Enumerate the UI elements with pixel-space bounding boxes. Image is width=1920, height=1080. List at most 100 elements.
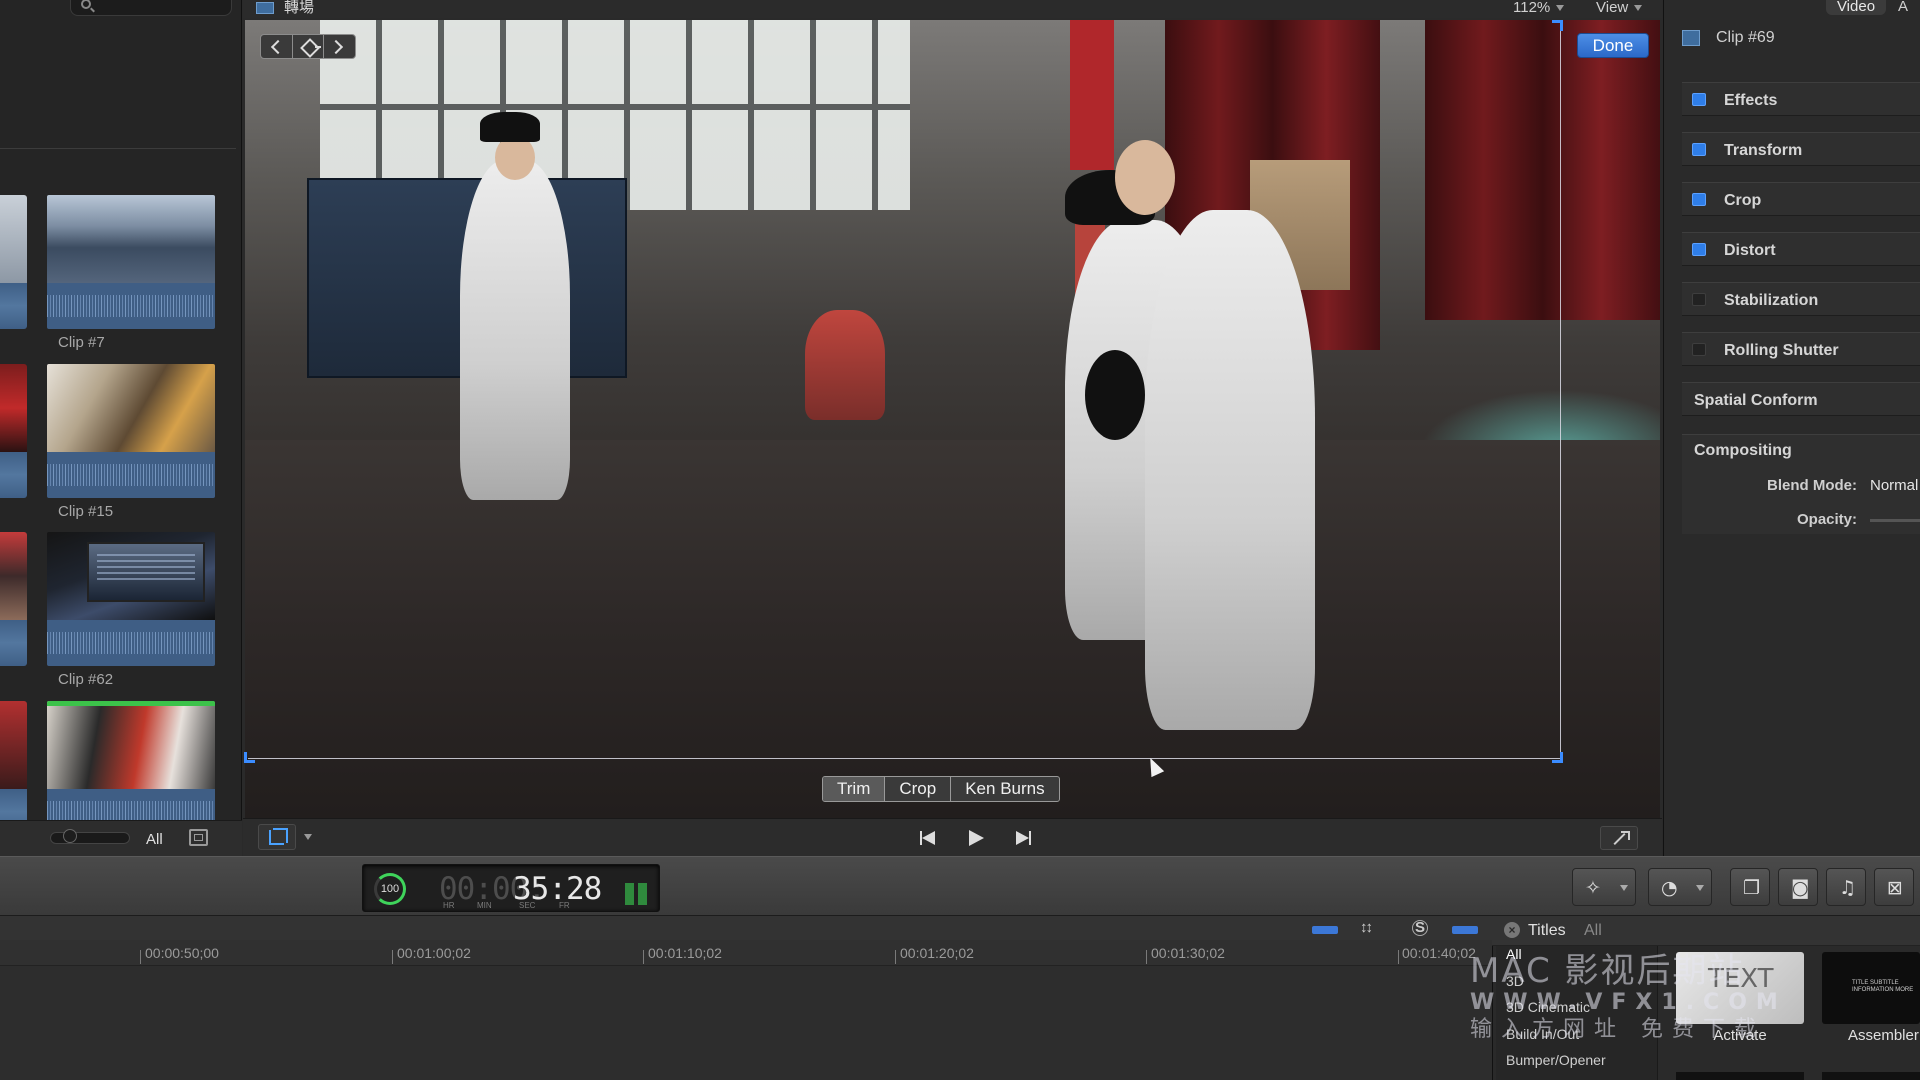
- clip-appearance-icon[interactable]: [1312, 922, 1338, 938]
- ruler-tick: [895, 950, 896, 964]
- done-button[interactable]: Done: [1577, 33, 1649, 58]
- snapping-icon[interactable]: [1452, 922, 1478, 938]
- crop-enable-checkbox[interactable]: [1692, 193, 1706, 206]
- crop-handle-bottom-left[interactable]: [244, 752, 255, 763]
- clip-filter-popup[interactable]: All: [146, 831, 163, 848]
- inspector-section-stabilization[interactable]: Stabilization: [1682, 282, 1920, 316]
- solo-icon[interactable]: [1406, 920, 1432, 938]
- inspector-section-effects[interactable]: Effects: [1682, 82, 1920, 116]
- crop-mode-button[interactable]: Crop: [885, 777, 952, 801]
- title-thumbnail[interactable]: [1822, 1072, 1920, 1080]
- retime-button[interactable]: ◔: [1648, 868, 1712, 906]
- background-task-progress[interactable]: 100: [374, 873, 406, 905]
- titles-category-item[interactable]: Build In/Out: [1506, 1026, 1579, 1042]
- enhancements-button[interactable]: ✧: [1572, 868, 1636, 906]
- music-note-icon: ♫: [1839, 877, 1857, 899]
- clip-thumbnail[interactable]: [47, 701, 215, 835]
- clip-thumbnail-partial[interactable]: [0, 532, 27, 666]
- inspector-tab-audio[interactable]: A: [1898, 0, 1908, 14]
- clip-label: Clip #15: [58, 503, 114, 520]
- opacity-slider[interactable]: [1870, 519, 1920, 522]
- video-witch-hat: [480, 112, 540, 142]
- section-label: Compositing: [1694, 442, 1792, 459]
- video-cow-spot: [1085, 350, 1145, 440]
- viewer-zoom-popup[interactable]: 112%: [1513, 0, 1565, 15]
- next-keyframe-button[interactable]: [324, 35, 355, 58]
- titles-filter[interactable]: All: [1584, 922, 1602, 940]
- filmstrip-view-icon[interactable]: [189, 829, 208, 846]
- clip-row: Clip #15: [0, 364, 236, 524]
- clip-thumbnail-partial[interactable]: [0, 195, 27, 329]
- photos-browser-button[interactable]: ◙: [1778, 868, 1818, 906]
- music-browser-button[interactable]: ♫: [1826, 868, 1866, 906]
- ruler-label: 00:01:20;02: [900, 945, 974, 961]
- inspector-section-transform[interactable]: Transform: [1682, 132, 1920, 166]
- clip-thumbnail-partial[interactable]: [0, 364, 27, 498]
- video-red-banner: [1070, 20, 1114, 170]
- clip-thumbnail[interactable]: [47, 364, 215, 498]
- inspector-section-spatial-conform[interactable]: Spatial Conform: [1682, 382, 1920, 416]
- fullscreen-button[interactable]: [1600, 826, 1638, 850]
- rolling-shutter-enable-checkbox[interactable]: [1692, 343, 1706, 356]
- ruler-label: 00:01:10;02: [648, 945, 722, 961]
- play-button[interactable]: [955, 826, 995, 850]
- browser-footer: All: [0, 820, 242, 856]
- crop-tool-button[interactable]: [258, 824, 296, 850]
- title-thumbnail-assembler[interactable]: TITLE SUBTITLE INFORMATION MORE: [1822, 952, 1920, 1024]
- crop-edge-right[interactable]: [1560, 24, 1561, 758]
- close-icon[interactable]: ×: [1504, 922, 1520, 938]
- chevron-down-icon: [1620, 885, 1628, 891]
- previous-keyframe-button[interactable]: [261, 35, 293, 58]
- trim-mode-button[interactable]: Trim: [823, 777, 886, 801]
- view-menu-label: View: [1596, 0, 1629, 16]
- chevron-down-icon: [1696, 885, 1704, 891]
- add-keyframe-button[interactable]: [293, 35, 325, 58]
- clip-zoom-slider[interactable]: [50, 832, 130, 844]
- blend-mode-popup[interactable]: Normal: [1870, 477, 1918, 494]
- transitions-browser-button[interactable]: ⊠: [1874, 868, 1914, 906]
- go-to-next-edit-button[interactable]: [1002, 826, 1042, 850]
- ruler-tick: [140, 950, 141, 964]
- distort-enable-checkbox[interactable]: [1692, 243, 1706, 256]
- inspector-section-distort[interactable]: Distort: [1682, 232, 1920, 266]
- crop-handle-top-right[interactable]: [1552, 20, 1563, 31]
- transform-enable-checkbox[interactable]: [1692, 143, 1706, 156]
- clip-thumbnail[interactable]: [47, 532, 215, 666]
- clip-thumbnail[interactable]: [47, 195, 215, 329]
- browser-search-field[interactable]: [70, 0, 232, 16]
- clip-row: Clip #7: [0, 195, 236, 355]
- effects-enable-checkbox[interactable]: [1692, 93, 1706, 106]
- chevron-down-icon[interactable]: [304, 834, 312, 840]
- inspector-tab-video[interactable]: Video: [1826, 0, 1886, 15]
- audio-skimming-icon[interactable]: [1360, 919, 1386, 938]
- crop-edge-bottom[interactable]: [248, 758, 1561, 759]
- viewer-video-frame[interactable]: [245, 20, 1660, 818]
- title-thumbnail-text: TITLE SUBTITLE INFORMATION MORE: [1852, 980, 1914, 993]
- audio-meter[interactable]: [625, 883, 649, 905]
- clip-zoom-slider-knob[interactable]: [63, 829, 77, 843]
- title-thumbnail-activate[interactable]: TEXT: [1676, 952, 1804, 1024]
- inspector-section-crop[interactable]: Crop: [1682, 182, 1920, 216]
- dashboard-timecode[interactable]: 100 00:00: 35:28 HR MIN SEC FR: [362, 864, 660, 912]
- stabilization-enable-checkbox[interactable]: [1692, 293, 1706, 306]
- timeline-ruler[interactable]: [0, 940, 1492, 966]
- titles-category-item[interactable]: 3D Cinematic: [1506, 999, 1590, 1015]
- titles-browser-title: Titles: [1528, 922, 1566, 939]
- ken-burns-mode-button[interactable]: Ken Burns: [951, 777, 1058, 801]
- inspector-section-rolling-shutter[interactable]: Rolling Shutter: [1682, 332, 1920, 366]
- title-thumbnail[interactable]: [1676, 1072, 1804, 1080]
- titles-category-item[interactable]: 3D: [1506, 973, 1524, 989]
- title-name: Activate: [1713, 1027, 1767, 1044]
- crop-handle-bottom-right[interactable]: [1552, 752, 1563, 763]
- keyframe-navigation: [260, 34, 356, 59]
- crop-mode-selector: Trim Crop Ken Burns: [822, 776, 1060, 802]
- effects-browser-button[interactable]: ❐: [1730, 868, 1770, 906]
- titles-category-item[interactable]: Bumper/Opener: [1506, 1052, 1606, 1068]
- go-to-previous-edit-button[interactable]: [908, 826, 948, 850]
- ruler-label: 00:01:30;02: [1151, 945, 1225, 961]
- video-person-cloak: [460, 160, 570, 500]
- view-menu-popup[interactable]: View: [1596, 0, 1643, 16]
- titles-category-item[interactable]: All: [1506, 946, 1522, 962]
- clip-thumbnail-partial[interactable]: [0, 701, 27, 835]
- timecode-unit-label: HR: [443, 901, 455, 910]
